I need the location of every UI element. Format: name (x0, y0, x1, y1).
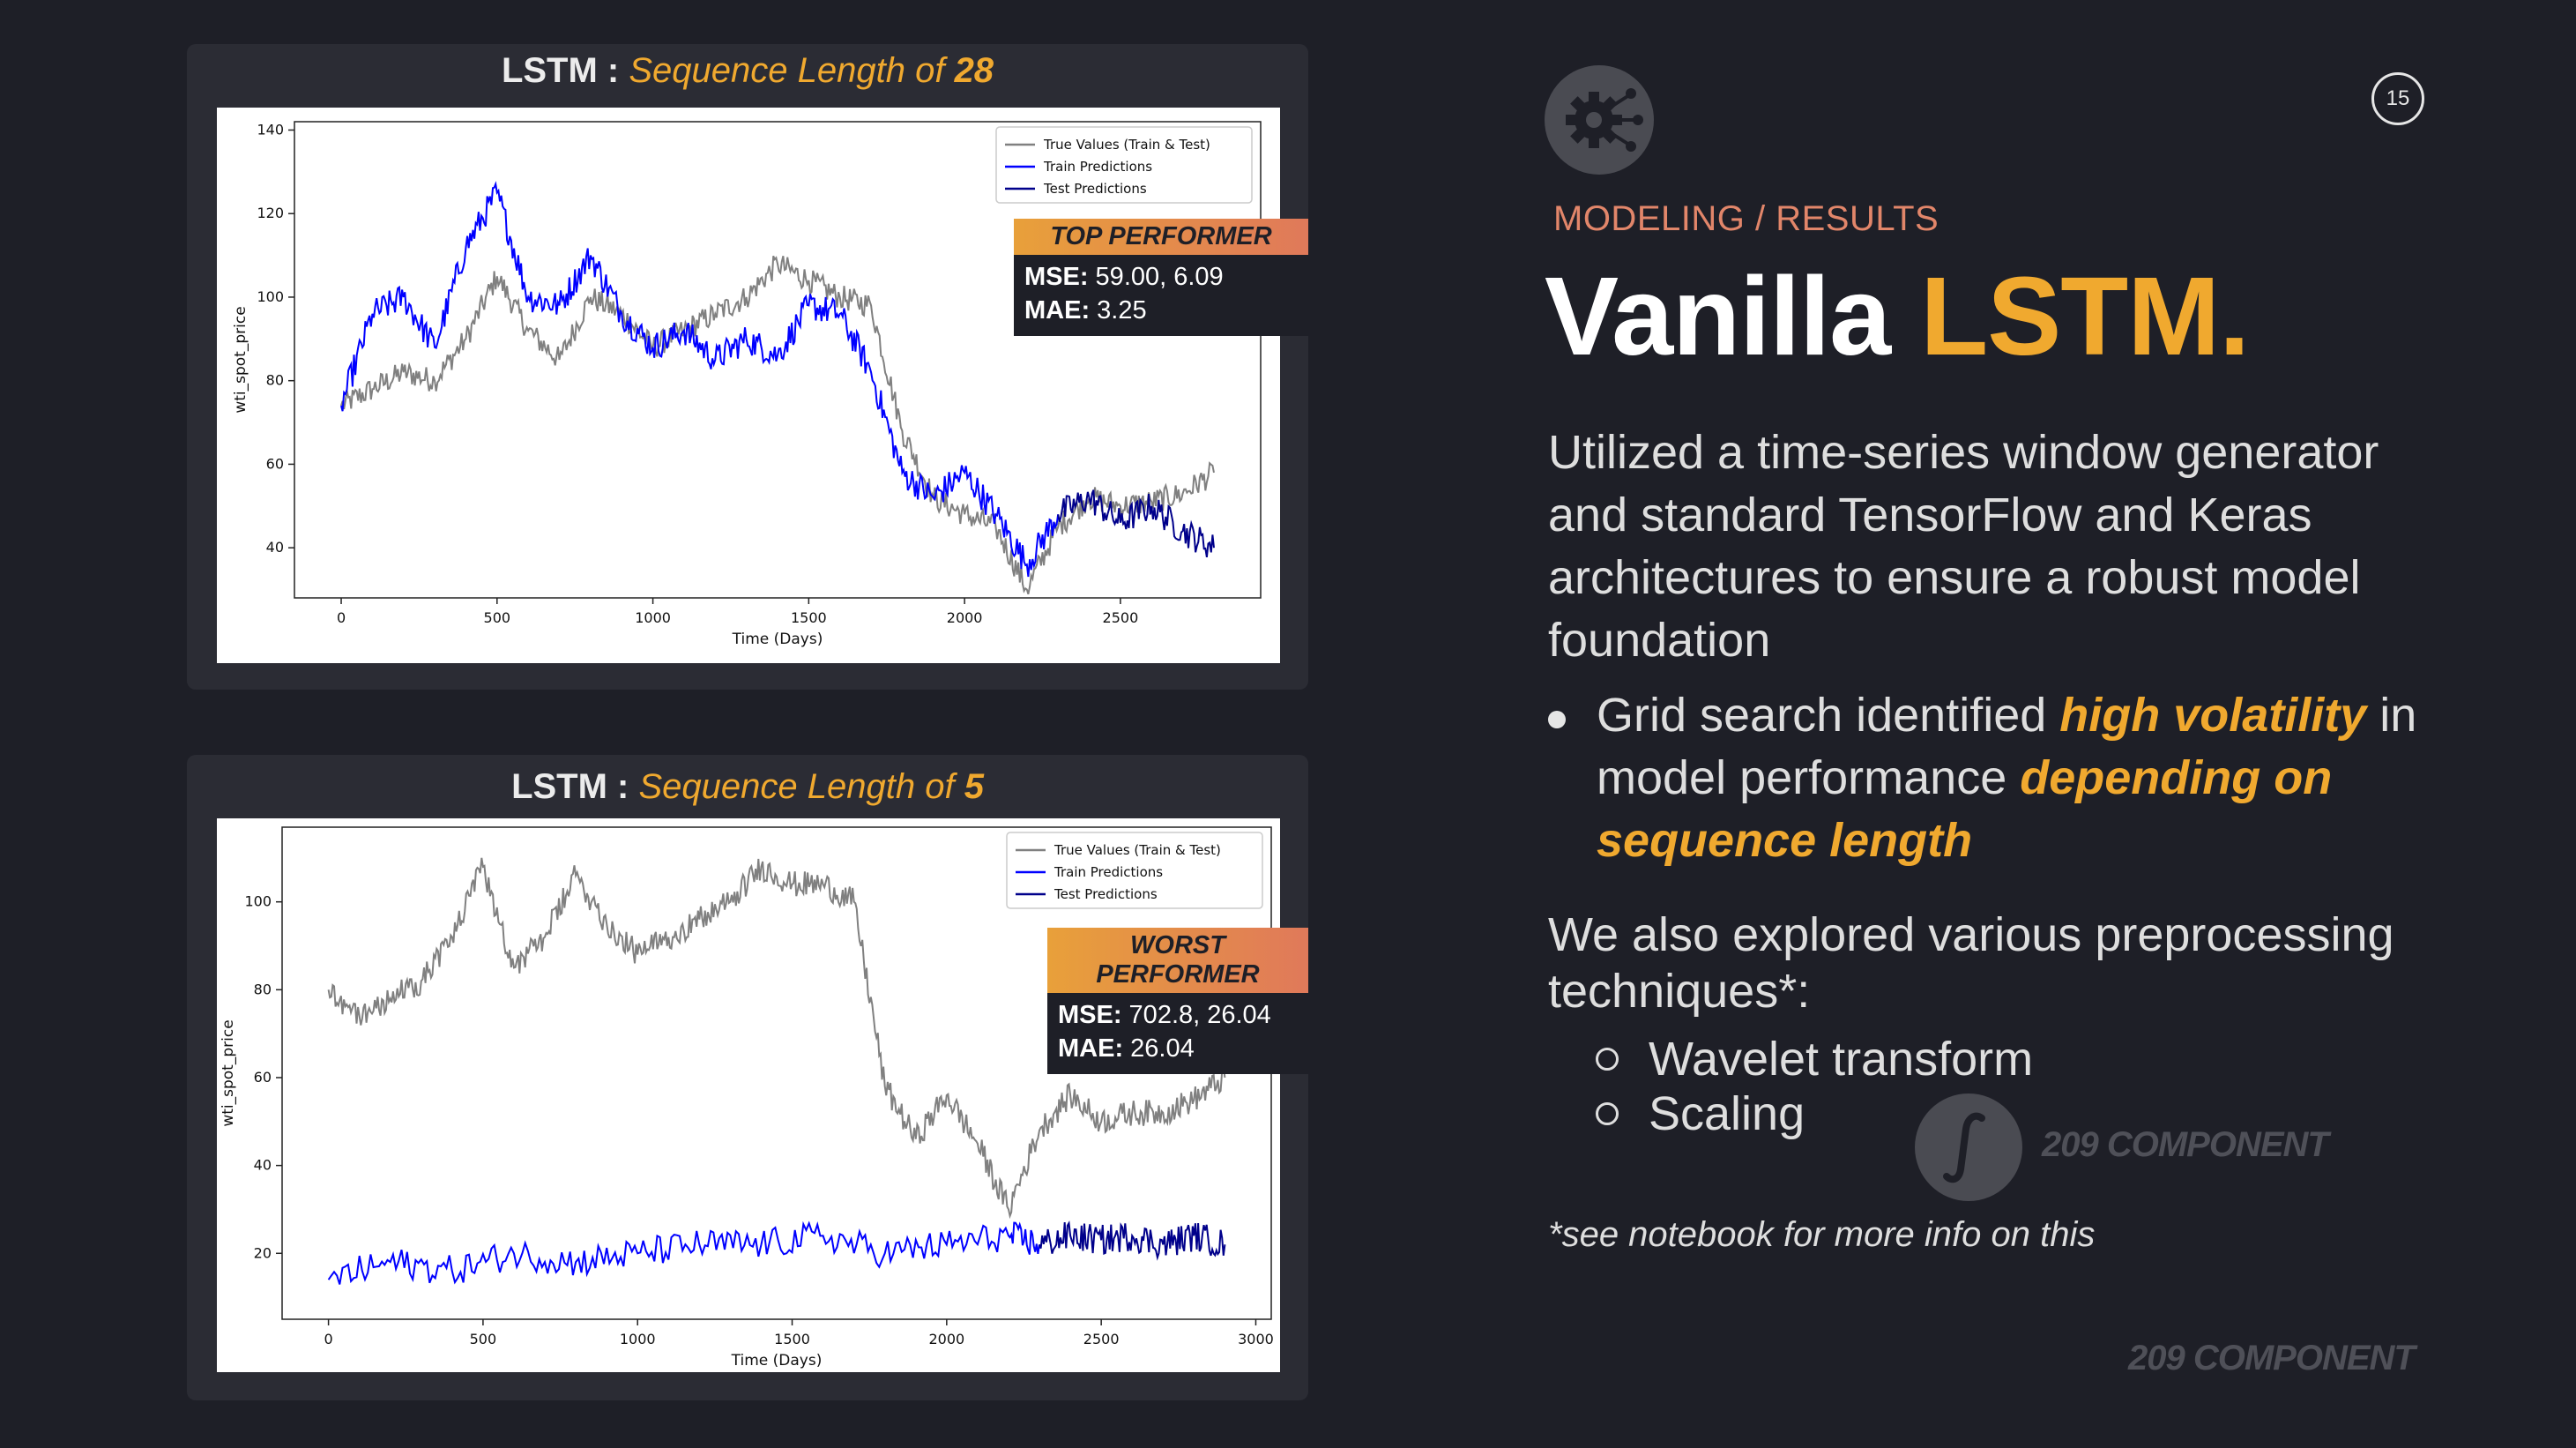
x-tick-label: 1000 (635, 609, 671, 626)
y-tick-label: 20 (254, 1244, 272, 1261)
legend-label: Train Predictions (1053, 864, 1163, 880)
gear-cog-icon (1545, 65, 1654, 175)
x-tick-label: 1500 (774, 1331, 810, 1347)
y-tick-label: 80 (266, 372, 284, 389)
badge-top-performer: TOP PERFORMER MSE: 59.00, 6.09 MAE: 3.25 (1014, 219, 1308, 336)
sub-item-label: Wavelet transform (1649, 1033, 2034, 1086)
title-white: Vanilla (1545, 254, 1921, 378)
legend-label: Test Predictions (1053, 886, 1158, 902)
x-tick-label: 0 (337, 609, 346, 626)
footnote: *see notebook for more info on this (1548, 1215, 2096, 1254)
hollow-bullet-icon (1596, 1101, 1619, 1125)
chart-top: 0 500 1000 1500 2000 2500 40 60 80 100 120 140 Time … (217, 108, 1280, 663)
chart-svg-top: 0 500 1000 1500 2000 2500 40 60 80 100 120 140 Time … (232, 121, 1262, 648)
integral-logo-icon (1915, 1093, 2022, 1201)
x-tick-label: 1500 (791, 609, 827, 626)
badge-body: MSE: 59.00, 6.09 MAE: 3.25 (1014, 255, 1308, 336)
legend-label: True Values (Train & Test) (1053, 842, 1221, 858)
y-axis-label: wti_spot_price (220, 1019, 237, 1126)
footer-watermark: 209 COMPONENT (2128, 1339, 2416, 1377)
mae-value: 26.04 (1123, 1034, 1195, 1063)
legend-label: True Values (Train & Test) (1043, 137, 1210, 153)
bullet-dot-icon (1548, 711, 1566, 728)
y-tick-label: 60 (266, 455, 284, 472)
bullet-text-1: Grid search identified (1597, 689, 2060, 742)
x-tick-label: 2500 (1103, 609, 1139, 626)
chart-panel-bottom: LSTM : Sequence Length of 5 0 500 1000 1500… (187, 755, 1308, 1400)
y-tick-label: 100 (257, 288, 284, 305)
chart-title-number: 28 (954, 51, 994, 90)
x-tick-label: 3000 (1238, 1331, 1274, 1347)
section-label: MODELING / RESULTS (1553, 199, 1939, 238)
mae-label: MAE: (1058, 1034, 1124, 1063)
y-tick-label: 60 (254, 1069, 272, 1086)
chart-title-prefix: LSTM : (511, 767, 639, 806)
page-number: 15 (2371, 72, 2424, 125)
sub-item-scaling: Scaling (1596, 1086, 1805, 1141)
explored-paragraph: We also explored various preprocessing t… (1548, 908, 2394, 1018)
title-accent: LSTM. (1920, 254, 2250, 378)
chart-title-top: LSTM : Sequence Length of 28 (187, 51, 1308, 91)
x-tick-label: 1000 (620, 1331, 656, 1347)
mse-label: MSE: (1024, 263, 1089, 291)
chart-title-prefix: LSTM : (501, 51, 629, 90)
watermark-text: 209 COMPONENT (2042, 1125, 2329, 1164)
series-line-1 (327, 1220, 1040, 1285)
series-line-2 (1039, 1220, 1226, 1261)
y-tick-label: 40 (266, 539, 284, 556)
bullet-highlight-1: high volatility (2059, 689, 2367, 742)
y-tick-label: 140 (257, 121, 284, 138)
y-tick-label: 100 (244, 893, 272, 910)
sub-item-wavelet: Wavelet transform (1596, 1032, 2033, 1086)
x-tick-label: 2000 (928, 1331, 964, 1347)
legend-label: Test Predictions (1043, 181, 1147, 197)
mae-label: MAE: (1024, 296, 1091, 325)
mse-value: 702.8, 26.04 (1121, 1001, 1271, 1029)
mse-label: MSE: (1058, 1001, 1122, 1029)
hollow-bullet-icon (1596, 1047, 1619, 1071)
chart-svg-bottom: 0 500 1000 1500 2000 2500 3000 20 40 60 80 100 Time … (220, 826, 1274, 1370)
slide-title: Vanilla LSTM. (1545, 252, 2250, 380)
chart-panel-top: LSTM : Sequence Length of 28 0 500 1000 150… (187, 44, 1308, 690)
x-axis-label: Time (Days) (731, 1352, 823, 1370)
sub-item-label: Scaling (1649, 1087, 1805, 1140)
x-tick-label: 500 (484, 609, 511, 626)
badge-head: WORST PERFORMER (1047, 928, 1308, 993)
chart-title-italic: Sequence Length of (629, 51, 955, 90)
y-tick-label: 40 (254, 1157, 272, 1174)
badge-head: TOP PERFORMER (1014, 219, 1308, 255)
x-tick-label: 500 (470, 1331, 497, 1347)
bullet-text: Grid search identified high volatility i… (1597, 684, 2430, 872)
chart-title-number: 5 (964, 767, 984, 806)
x-axis-label: Time (Days) (732, 631, 823, 648)
intro-paragraph: Utilized a time-series window generator … (1548, 426, 2379, 667)
chart-title-italic: Sequence Length of (638, 767, 964, 806)
y-tick-label: 120 (257, 205, 284, 221)
badge-worst-performer: WORST PERFORMER MSE: 702.8, 26.04 MAE: 2… (1047, 928, 1308, 1074)
x-tick-label: 2500 (1083, 1331, 1120, 1347)
x-tick-label: 0 (324, 1331, 333, 1347)
mae-value: 3.25 (1090, 296, 1147, 325)
chart-bottom: 0 500 1000 1500 2000 2500 3000 20 40 60 80 100 Time … (217, 818, 1280, 1372)
chart-title-bottom: LSTM : Sequence Length of 5 (187, 767, 1308, 807)
badge-body: MSE: 702.8, 26.04 MAE: 26.04 (1047, 993, 1308, 1074)
x-tick-label: 2000 (947, 609, 983, 626)
y-tick-label: 80 (254, 981, 272, 997)
mse-value: 59.00, 6.09 (1088, 263, 1224, 291)
legend-label: Train Predictions (1043, 159, 1152, 175)
bullet-item: Grid search identified high volatility i… (1548, 684, 2430, 872)
series-line-1 (340, 181, 1060, 578)
y-axis-label: wti_spot_price (232, 306, 249, 413)
